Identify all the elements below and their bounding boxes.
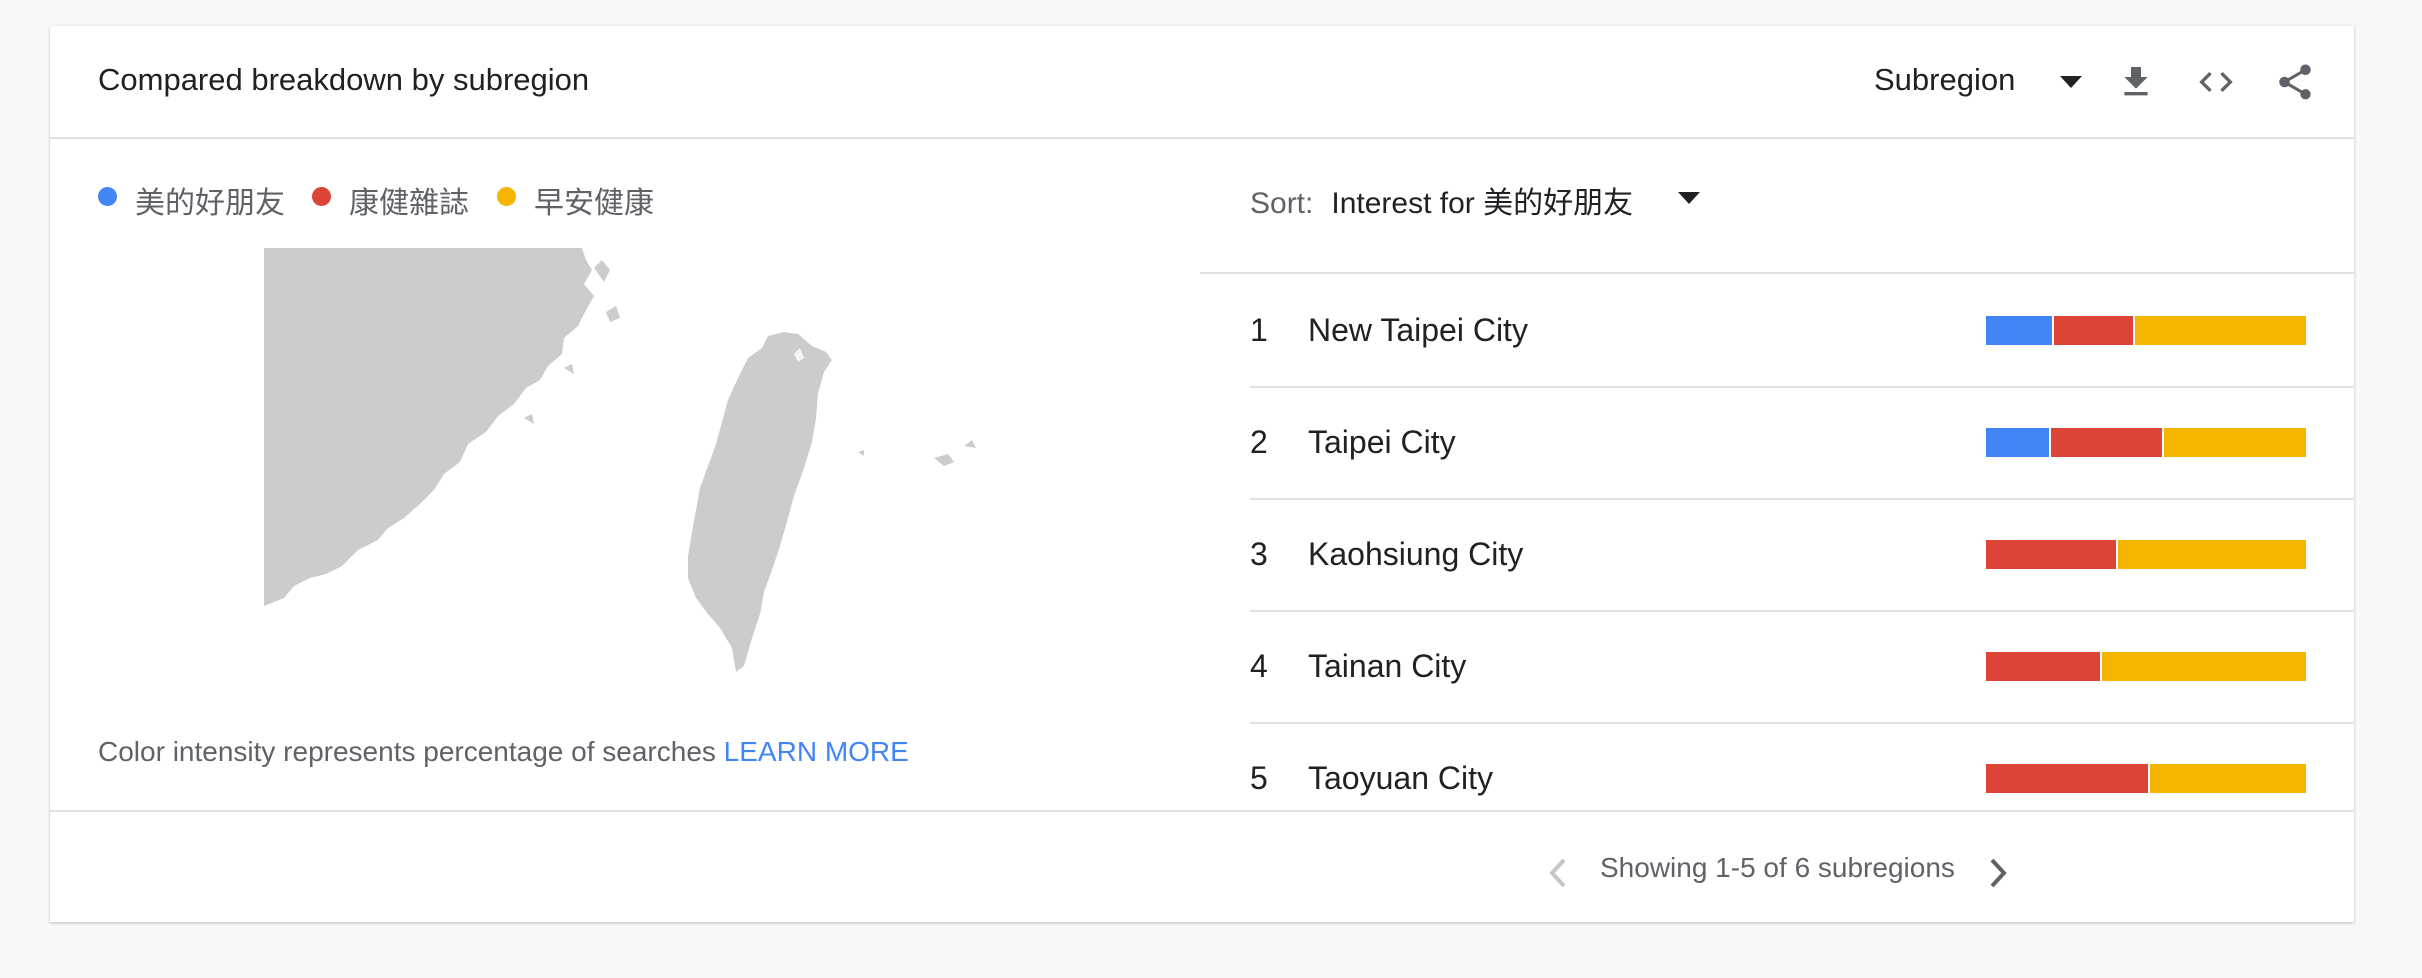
bar-segment-red [2052, 316, 2134, 345]
row-region[interactable]: Taipei City [1308, 424, 1456, 461]
bar-segment-yellow [2100, 652, 2306, 681]
download-icon[interactable] [2116, 62, 2156, 102]
chevron-down-icon[interactable] [2060, 76, 2082, 88]
card-header: Compared breakdown by subregion Subregio… [50, 26, 2354, 139]
table-row[interactable]: 1 New Taipei City [1250, 274, 2354, 388]
stacked-share-bar [1986, 316, 2306, 345]
row-rank: 5 [1250, 760, 1268, 796]
legend-dot-yellow [497, 187, 516, 206]
bar-segment-red [2049, 428, 2162, 457]
row-region[interactable]: New Taipei City [1308, 312, 1528, 349]
resolution-dropdown[interactable]: Subregion [1874, 62, 2015, 98]
table-row[interactable]: 4 Tainan City [1250, 610, 2354, 724]
chevron-down-icon[interactable] [1678, 192, 1700, 204]
row-rank: 3 [1250, 536, 1268, 572]
stacked-share-bar [1986, 652, 2306, 681]
chevron-left-icon[interactable] [1546, 856, 1570, 890]
sort-control[interactable]: Sort: Interest for 美的好朋友 [1250, 178, 1633, 222]
legend-label: 早安健康 [534, 187, 654, 220]
card-body: 美的好朋友 康健雜誌 早安健康 Color intensity represen… [50, 138, 2354, 810]
table-row[interactable]: 2 Taipei City [1250, 386, 2354, 500]
map-footnote: Color intensity represents percentage of… [98, 736, 909, 768]
resolution-dropdown-label: Subregion [1874, 62, 2016, 97]
sort-label: Sort: [1250, 187, 1314, 220]
stacked-share-bar [1986, 428, 2306, 457]
subregion-breakdown-card: Compared breakdown by subregion Subregio… [50, 26, 2354, 922]
bar-segment-blue [1986, 316, 2053, 345]
legend-label: 康健雜誌 [349, 187, 469, 220]
bar-segment-red [1986, 540, 2117, 569]
bar-segment-yellow [2133, 316, 2306, 345]
legend-dot-blue [98, 187, 117, 206]
bar-segment-yellow [2116, 540, 2306, 569]
row-rank: 2 [1250, 424, 1268, 460]
row-region[interactable]: Kaohsiung City [1308, 536, 1523, 573]
share-icon[interactable] [2274, 60, 2316, 104]
pagination-text: Showing 1-5 of 6 subregions [1600, 852, 1955, 883]
chevron-right-icon[interactable] [1986, 856, 2010, 890]
card-footer: Showing 1-5 of 6 subregions [50, 810, 2354, 924]
row-region[interactable]: Tainan City [1308, 648, 1466, 685]
stacked-share-bar [1986, 540, 2306, 569]
row-rank: 4 [1250, 648, 1268, 684]
stacked-share-bar [1986, 764, 2306, 793]
sort-value[interactable]: Interest for 美的好朋友 [1331, 187, 1633, 220]
footnote-text: Color intensity represents percentage of… [98, 736, 716, 767]
taiwan-region-map[interactable] [264, 248, 1044, 688]
row-rank: 1 [1250, 312, 1268, 348]
table-row[interactable]: 3 Kaohsiung City [1250, 498, 2354, 612]
learn-more-link[interactable]: LEARN MORE [724, 736, 909, 767]
bar-segment-blue [1986, 428, 2050, 457]
legend-label: 美的好朋友 [135, 187, 285, 220]
legend-dot-red [312, 187, 331, 206]
bar-segment-yellow [2161, 428, 2306, 457]
row-region[interactable]: Taoyuan City [1308, 760, 1493, 797]
embed-code-icon[interactable] [2194, 62, 2238, 102]
bar-segment-yellow [2148, 764, 2306, 793]
bar-segment-red [1986, 764, 2149, 793]
bar-segment-red [1986, 652, 2101, 681]
card-title: Compared breakdown by subregion [98, 62, 590, 97]
